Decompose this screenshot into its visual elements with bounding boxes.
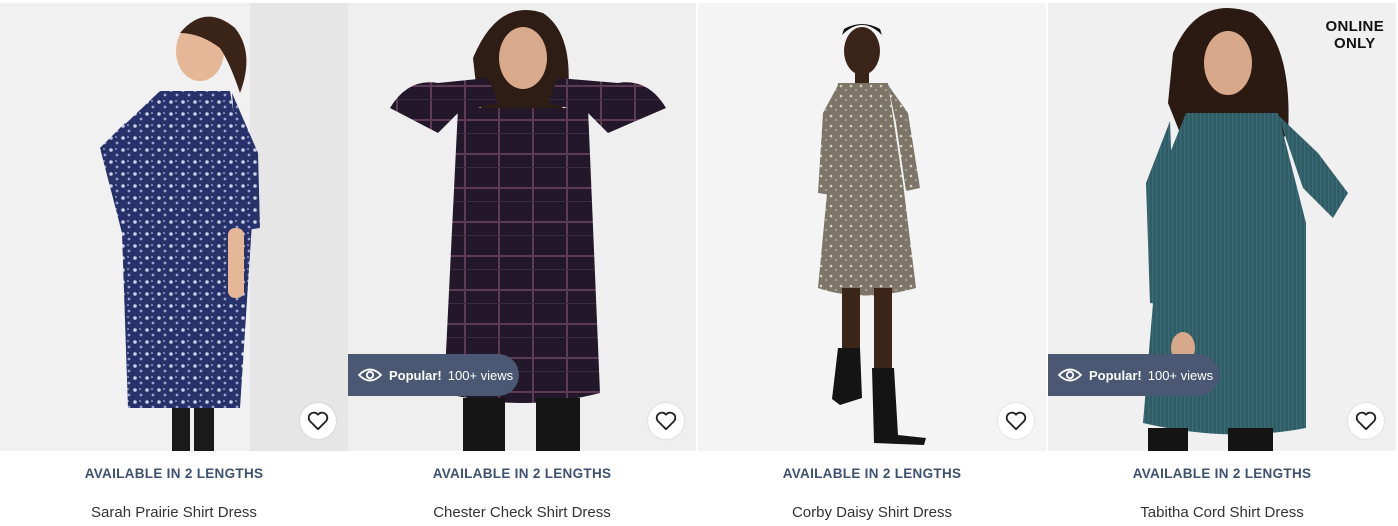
heart-outline-icon bbox=[1005, 411, 1027, 431]
tag-line-1: ONLINE bbox=[1325, 18, 1384, 35]
availability-label: AVAILABLE IN 2 LENGTHS bbox=[1132, 466, 1312, 481]
product-name[interactable]: Sarah Prairie Shirt Dress bbox=[0, 504, 348, 521]
eye-icon bbox=[1058, 368, 1082, 382]
heart-outline-icon bbox=[307, 411, 329, 431]
availability-label: AVAILABLE IN 2 LENGTHS bbox=[782, 466, 962, 481]
favourite-button[interactable] bbox=[648, 403, 684, 439]
availability-label: AVAILABLE IN 2 LENGTHS bbox=[84, 466, 264, 481]
favourite-button[interactable] bbox=[300, 403, 336, 439]
product-grid: AVAILABLE IN 2 LENGTHS Sarah Prairie Shi… bbox=[0, 0, 1398, 526]
product-image[interactable] bbox=[698, 3, 1046, 451]
product-photo bbox=[0, 3, 348, 451]
product-name[interactable]: Chester Check Shirt Dress bbox=[348, 504, 696, 521]
product-card[interactable]: Popular! 100+ views AVAILABLE IN 2 LENGT… bbox=[348, 0, 696, 526]
badge-popular-text: Popular! bbox=[389, 367, 442, 383]
badge-popular-text: Popular! bbox=[1089, 367, 1142, 383]
heart-outline-icon bbox=[655, 411, 677, 431]
product-card[interactable]: AVAILABLE IN 2 LENGTHS Sarah Prairie Shi… bbox=[0, 0, 348, 526]
favourite-button[interactable] bbox=[998, 403, 1034, 439]
online-only-tag: ONLINE ONLY bbox=[1326, 18, 1384, 52]
product-card[interactable]: AVAILABLE IN 2 LENGTHS Corby Daisy Shirt… bbox=[698, 0, 1046, 526]
favourite-button[interactable] bbox=[1348, 403, 1384, 439]
availability-label: AVAILABLE IN 2 LENGTHS bbox=[432, 466, 612, 481]
product-photo bbox=[698, 3, 1046, 451]
badge-views-text: 100+ views bbox=[447, 367, 514, 383]
popular-badge: Popular! 100+ views bbox=[348, 354, 519, 396]
heart-outline-icon bbox=[1355, 411, 1377, 431]
tag-line-2: ONLY bbox=[1334, 35, 1376, 52]
popular-badge: Popular! 100+ views bbox=[1048, 354, 1219, 396]
product-name[interactable]: Tabitha Cord Shirt Dress bbox=[1048, 504, 1396, 521]
eye-icon bbox=[358, 368, 382, 382]
badge-views-text: 100+ views bbox=[1147, 367, 1214, 383]
product-card[interactable]: ONLINE ONLY Popular! 100+ views AVAILABL… bbox=[1048, 0, 1396, 526]
product-name[interactable]: Corby Daisy Shirt Dress bbox=[698, 504, 1046, 521]
product-image[interactable] bbox=[0, 3, 348, 451]
